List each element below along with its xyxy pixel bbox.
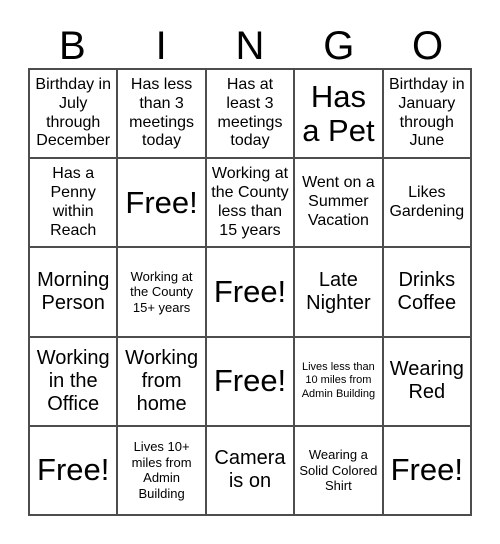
- bingo-cell-free[interactable]: Free!: [206, 248, 296, 338]
- bingo-cell-label: Free!: [37, 452, 110, 488]
- bingo-cell-label: Working at the County less than 15 years: [211, 165, 289, 239]
- bingo-cell-label: Free!: [390, 452, 463, 488]
- bingo-cell-label: Working from home: [125, 346, 199, 415]
- bingo-header-letter-g: G: [323, 24, 355, 68]
- bingo-cell-free[interactable]: Free!: [206, 337, 296, 427]
- bingo-cell[interactable]: Has at least 3 meetings today: [206, 70, 296, 160]
- bingo-cell[interactable]: Working from home: [118, 337, 207, 427]
- bingo-cell-label: Likes Gardening: [389, 183, 465, 220]
- bingo-cell[interactable]: Has a Pet: [295, 70, 384, 160]
- bingo-cell-label: Wearing a Solid Colored Shirt: [299, 447, 378, 494]
- bingo-cell[interactable]: Birthday in July through December: [30, 70, 119, 160]
- bingo-cell[interactable]: Late Nighter: [295, 248, 384, 338]
- bingo-cell[interactable]: Camera is on: [206, 426, 296, 516]
- bingo-cell-label: Free!: [213, 273, 287, 309]
- bingo-cell-label: Working at the County 15+ years: [130, 268, 194, 315]
- bingo-cell-label: Wearing Red: [389, 358, 464, 404]
- bingo-cell-free[interactable]: Free!: [118, 159, 207, 249]
- bingo-cell-free[interactable]: Free!: [383, 426, 472, 516]
- bingo-cell[interactable]: Lives less than 10 miles from Admin Buil…: [295, 337, 384, 427]
- bingo-cell[interactable]: Has a Penny within Reach: [30, 159, 119, 249]
- bingo-cell-label: Has a Pet: [302, 78, 375, 148]
- bingo-header-letter-o: O: [412, 24, 444, 68]
- bingo-cell-label: Morning Person: [37, 268, 110, 314]
- bingo-cell-label: Has less than 3 meetings today: [129, 75, 195, 150]
- bingo-cell-label: Birthday in January through June: [389, 75, 465, 150]
- bingo-cell-label: Birthday in July through December: [35, 75, 111, 150]
- bingo-cell-label: Went on a Summer Vacation: [302, 174, 375, 230]
- bingo-cell-label: Has at least 3 meetings today: [217, 75, 283, 150]
- bingo-cell-label: Lives 10+ miles from Admin Building: [131, 439, 192, 501]
- bingo-cell[interactable]: Working in the Office: [30, 337, 119, 427]
- bingo-cell[interactable]: Went on a Summer Vacation: [295, 159, 384, 249]
- bingo-cell-label: Free!: [125, 184, 198, 220]
- bingo-header-row: B I N G O: [28, 14, 472, 68]
- bingo-cell[interactable]: Lives 10+ miles from Admin Building: [118, 426, 207, 516]
- bingo-cell-label: Late Nighter: [306, 268, 371, 314]
- bingo-cell-label: Drinks Coffee: [397, 268, 457, 314]
- bingo-header-letter-i: I: [155, 24, 167, 68]
- bingo-header-letter-n: N: [235, 24, 265, 68]
- bingo-grid: Birthday in July through December Has le…: [28, 68, 472, 516]
- bingo-cell-free[interactable]: Free!: [30, 426, 119, 516]
- bingo-cell-label: Working in the Office: [36, 346, 110, 415]
- bingo-cell[interactable]: Wearing Red: [383, 337, 472, 427]
- bingo-cell[interactable]: Likes Gardening: [383, 159, 472, 249]
- bingo-cell[interactable]: Wearing a Solid Colored Shirt: [295, 426, 384, 516]
- bingo-card: B I N G O Birthday in July through Decem…: [0, 0, 500, 544]
- bingo-cell-label: Camera is on: [214, 447, 286, 493]
- bingo-cell[interactable]: Morning Person: [30, 248, 119, 338]
- bingo-cell[interactable]: Working at the County 15+ years: [118, 248, 207, 338]
- bingo-cell[interactable]: Drinks Coffee: [383, 248, 472, 338]
- bingo-cell-label: Has a Penny within Reach: [50, 165, 97, 239]
- bingo-cell-label: Free!: [213, 363, 287, 399]
- bingo-cell[interactable]: Has less than 3 meetings today: [118, 70, 207, 160]
- bingo-cell[interactable]: Birthday in January through June: [383, 70, 472, 160]
- bingo-cell[interactable]: Working at the County less than 15 years: [206, 159, 296, 249]
- bingo-header-letter-b: B: [59, 24, 86, 68]
- bingo-cell-label: Lives less than 10 miles from Admin Buil…: [301, 361, 376, 400]
